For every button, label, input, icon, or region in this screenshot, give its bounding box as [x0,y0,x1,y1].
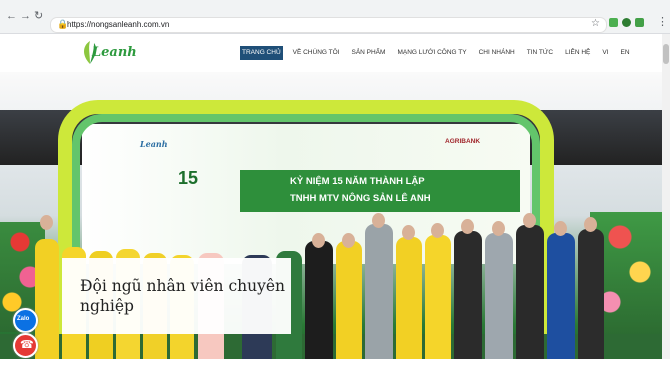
nav-item-branches[interactable]: CHI NHÁNH [477,46,517,60]
browser-menu-icon[interactable]: ⋮ [657,15,668,28]
nav-item-network[interactable]: MẠNG LƯỚI CÔNG TY [395,46,468,60]
person [454,231,482,359]
logo-text: Leanh [92,45,137,60]
person-head [492,221,505,236]
person [336,241,362,359]
person [305,241,333,359]
person-head [372,213,385,228]
bookmark-star-icon[interactable]: ☆ [591,18,600,29]
person [485,233,513,359]
person [516,225,544,359]
site-header: Leanh TRANG CHỦ VỀ CHÚNG TÔI SẢN PHẨM MẠ… [0,34,662,72]
extension-icon[interactable] [609,18,618,27]
phone-icon: ☎ [20,339,34,351]
zalo-label: Zalo [17,316,30,322]
page-bottom-area [0,359,670,377]
nav-item-home[interactable]: TRANG CHỦ [240,46,283,60]
browser-toolbar: ← → ↻ 🔒 https://nongsanleanh.com.vn ☆ ⋮ [0,0,670,34]
person [425,235,451,359]
extension-icon[interactable] [622,18,631,27]
person-head [431,223,444,238]
caption-box: Đội ngũ nhân viên chuyên nghiệp [62,258,291,334]
back-icon[interactable]: ← [6,10,17,22]
lang-en[interactable]: EN [619,46,632,60]
hero-banner: Leanh AGRIBANK 15 KỶ NIỆM 15 NĂM THÀNH L… [0,72,662,359]
person [547,233,575,359]
person-head [554,221,567,236]
person-head [584,217,597,232]
lang-vi[interactable]: VI [600,46,610,60]
person [365,224,393,359]
forward-icon[interactable]: → [20,10,31,22]
nav-item-products[interactable]: SẢN PHẨM [349,46,387,60]
nav-item-about[interactable]: VỀ CHÚNG TÔI [291,46,342,60]
person-head [342,233,355,248]
extension-icon[interactable] [635,18,644,27]
nav-item-contact[interactable]: LIÊN HỆ [563,46,592,60]
zalo-chat-button[interactable]: Zalo [13,308,38,333]
reload-icon[interactable]: ↻ [34,10,43,22]
person-head [402,225,415,240]
nav-item-news[interactable]: TIN TỨC [525,46,555,60]
person-head [312,233,325,248]
main-nav: TRANG CHỦ VỀ CHÚNG TÔI SẢN PHẨM MẠNG LƯỚ… [240,46,640,60]
scrollbar-thumb[interactable] [663,44,669,64]
person [396,237,422,359]
person [35,239,59,359]
page-scrollbar[interactable] [662,34,670,359]
url-text: https://nongsanleanh.com.vn [67,20,170,29]
address-bar[interactable]: 🔒 https://nongsanleanh.com.vn ☆ [50,17,607,33]
person-head [40,215,53,230]
person-head [461,219,474,234]
person [578,229,604,359]
phone-call-button[interactable]: ☎ [13,333,38,358]
person-head [523,213,536,228]
hero-caption: Đội ngũ nhân viên chuyên nghiệp [80,277,286,315]
